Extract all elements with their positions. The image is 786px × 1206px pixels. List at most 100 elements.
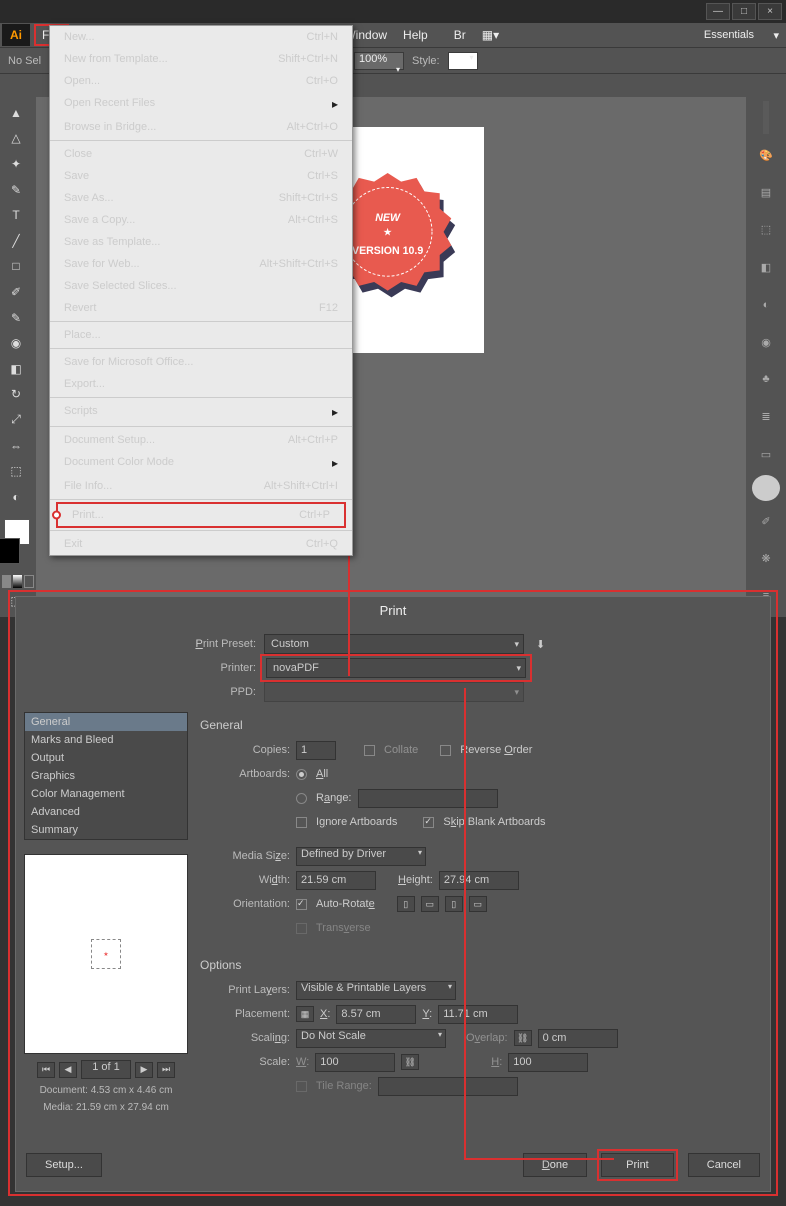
orient-landscape-icon: ▭ bbox=[421, 896, 439, 912]
appearance-panel-icon[interactable]: ◉ bbox=[750, 325, 782, 358]
layers-panel-icon[interactable]: ≣ bbox=[750, 400, 782, 433]
gradient-panel-icon[interactable]: ◧ bbox=[750, 251, 782, 284]
height-label: Height: bbox=[398, 874, 433, 886]
free-transform-tool[interactable]: ⬚ bbox=[2, 459, 30, 483]
ignore-checkbox[interactable] bbox=[296, 817, 307, 828]
cat-marks[interactable]: Marks and Bleed bbox=[25, 731, 187, 749]
layout-icon[interactable]: ▦▾ bbox=[474, 24, 507, 46]
menu-new-template[interactable]: New from Template...Shift+Ctrl+N bbox=[50, 48, 352, 70]
cat-graphics[interactable]: Graphics bbox=[25, 767, 187, 785]
color-swatch-icon[interactable] bbox=[752, 475, 780, 501]
workspace-switcher[interactable]: Essentials bbox=[694, 29, 784, 41]
cat-output[interactable]: Output bbox=[25, 749, 187, 767]
graphic-styles-panel-icon[interactable]: ♣ bbox=[750, 363, 782, 396]
print-preset-field[interactable]: Custom bbox=[264, 634, 524, 654]
brushes-panel-icon[interactable]: ✐ bbox=[750, 505, 782, 538]
all-radio[interactable] bbox=[296, 769, 307, 780]
menu-save-as[interactable]: Save As...Shift+Ctrl+S bbox=[50, 187, 352, 209]
menu-exit[interactable]: ExitCtrl+Q bbox=[50, 533, 352, 555]
selection-tool[interactable]: ▲ bbox=[2, 101, 30, 125]
wand-tool[interactable]: ✦ bbox=[2, 152, 30, 176]
swatches-panel-icon[interactable]: ▤ bbox=[750, 176, 782, 209]
pen-tool[interactable]: ✎ bbox=[2, 178, 30, 202]
menu-place[interactable]: Place... bbox=[50, 324, 352, 346]
direct-select-tool[interactable]: △ bbox=[2, 127, 30, 151]
placement-grid-icon[interactable]: ▦ bbox=[296, 1006, 314, 1022]
menu-print[interactable]: Print...Ctrl+P bbox=[56, 502, 346, 528]
rect-tool[interactable]: □ bbox=[2, 255, 30, 279]
menu-scripts[interactable]: Scripts bbox=[50, 400, 352, 424]
bridge-icon[interactable]: Br bbox=[446, 24, 474, 46]
menu-save-web[interactable]: Save for Web...Alt+Shift+Ctrl+S bbox=[50, 253, 352, 275]
width-tool[interactable]: ⇔ bbox=[2, 434, 30, 458]
menu-save-copy[interactable]: Save a Copy...Alt+Ctrl+S bbox=[50, 209, 352, 231]
y-field[interactable]: 11.71 cm bbox=[438, 1005, 518, 1024]
autorotate-checkbox[interactable] bbox=[296, 899, 307, 910]
eraser-tool[interactable]: ◧ bbox=[2, 357, 30, 381]
fill-stroke-swatch[interactable] bbox=[2, 517, 34, 569]
nav-next[interactable]: ▶ bbox=[135, 1062, 153, 1078]
maximize-button[interactable]: □ bbox=[732, 3, 756, 20]
menu-save-mso[interactable]: Save for Microsoft Office... bbox=[50, 351, 352, 373]
reverse-checkbox[interactable] bbox=[440, 745, 451, 756]
nav-last[interactable]: ⏭ bbox=[157, 1062, 175, 1078]
menu-new[interactable]: New...Ctrl+N bbox=[50, 26, 352, 48]
symbols-panel-icon[interactable]: ❋ bbox=[750, 542, 782, 575]
minimize-button[interactable]: — bbox=[706, 3, 730, 20]
transparency-panel-icon[interactable]: ◐ bbox=[750, 288, 782, 321]
menu-open[interactable]: Open...Ctrl+O bbox=[50, 70, 352, 92]
media-field[interactable]: Defined by Driver bbox=[296, 847, 426, 866]
print-button[interactable]: Print bbox=[601, 1153, 674, 1177]
setup-button[interactable]: Setup... bbox=[26, 1153, 102, 1177]
layers-field[interactable]: Visible & Printable Layers bbox=[296, 981, 456, 1000]
printer-field[interactable]: novaPDF bbox=[266, 658, 526, 678]
style-field[interactable] bbox=[448, 52, 478, 70]
preview-art: ★ bbox=[91, 939, 121, 969]
cancel-button[interactable]: Cancel bbox=[688, 1153, 760, 1177]
menu-doc-setup[interactable]: Document Setup...Alt+Ctrl+P bbox=[50, 429, 352, 451]
stroke-panel-icon[interactable]: ⬚ bbox=[750, 213, 782, 246]
placement-label: Placement: bbox=[200, 1008, 290, 1020]
cat-summary[interactable]: Summary bbox=[25, 821, 187, 839]
print-button-highlight: Print bbox=[597, 1149, 678, 1181]
color-mode-icon[interactable] bbox=[2, 575, 11, 588]
reverse-label: Reverse Order bbox=[460, 744, 532, 756]
menu-open-recent[interactable]: Open Recent Files bbox=[50, 92, 352, 116]
range-radio[interactable] bbox=[296, 793, 307, 804]
done-button[interactable]: Done bbox=[523, 1153, 587, 1177]
save-preset-icon[interactable]: ⬇ bbox=[536, 638, 545, 651]
shape-builder-tool[interactable]: ◐ bbox=[2, 485, 30, 509]
brush-tool[interactable]: ✐ bbox=[2, 280, 30, 304]
nav-first[interactable]: ⏮ bbox=[37, 1062, 55, 1078]
line-tool[interactable]: ╱ bbox=[2, 229, 30, 253]
artboards-panel-icon[interactable]: ▭ bbox=[750, 438, 782, 471]
cat-color[interactable]: Color Management bbox=[25, 785, 187, 803]
close-button[interactable]: × bbox=[758, 3, 782, 20]
copies-field[interactable]: 1 bbox=[296, 741, 336, 760]
menu-color-mode[interactable]: Document Color Mode bbox=[50, 451, 352, 475]
menu-help[interactable]: Help bbox=[395, 24, 436, 46]
scale-tool[interactable]: ⤢ bbox=[2, 408, 30, 432]
gradient-mode-icon[interactable] bbox=[13, 575, 22, 588]
color-panel-icon[interactable]: 🎨 bbox=[750, 138, 782, 171]
x-field[interactable]: 8.57 cm bbox=[336, 1005, 416, 1024]
opacity-field[interactable]: 100% bbox=[354, 52, 404, 70]
menu-save-slices[interactable]: Save Selected Slices... bbox=[50, 275, 352, 297]
cat-advanced[interactable]: Advanced bbox=[25, 803, 187, 821]
scaling-field[interactable]: Do Not Scale bbox=[296, 1029, 446, 1048]
menu-browse-bridge[interactable]: Browse in Bridge...Alt+Ctrl+O bbox=[50, 116, 352, 138]
rotate-tool[interactable]: ↻ bbox=[2, 383, 30, 407]
nav-prev[interactable]: ◀ bbox=[59, 1062, 77, 1078]
type-tool[interactable]: T bbox=[2, 203, 30, 227]
menu-export[interactable]: Export... bbox=[50, 373, 352, 395]
none-mode-icon[interactable] bbox=[24, 575, 34, 588]
pencil-tool[interactable]: ✎ bbox=[2, 306, 30, 330]
cat-general[interactable]: General bbox=[25, 713, 187, 731]
menu-file-info[interactable]: File Info...Alt+Shift+Ctrl+I bbox=[50, 475, 352, 497]
category-list[interactable]: General Marks and Bleed Output Graphics … bbox=[24, 712, 188, 840]
skip-checkbox[interactable] bbox=[423, 817, 434, 828]
blob-tool[interactable]: ◉ bbox=[2, 331, 30, 355]
panel-collapse-icon[interactable] bbox=[763, 101, 769, 134]
menu-close[interactable]: CloseCtrl+W bbox=[50, 143, 352, 165]
menu-save-template[interactable]: Save as Template... bbox=[50, 231, 352, 253]
